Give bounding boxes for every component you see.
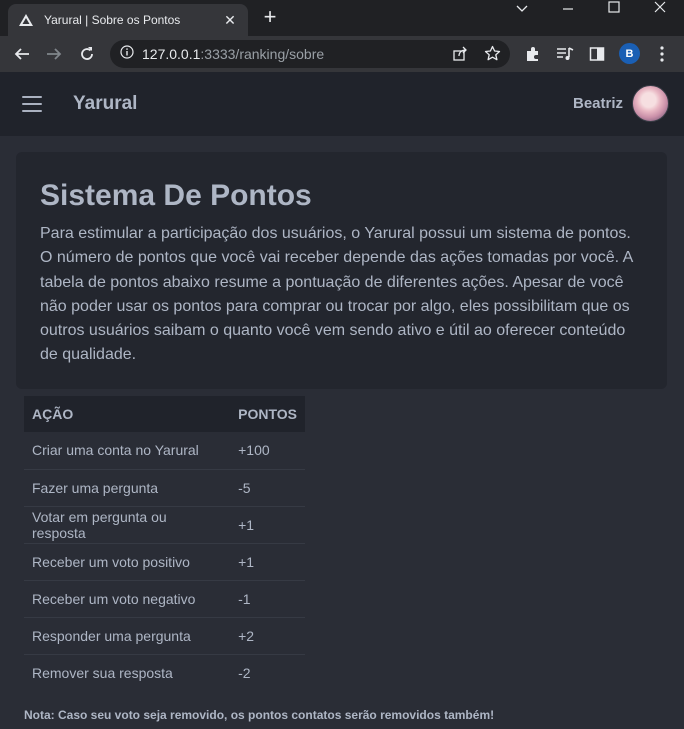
share-icon[interactable] <box>452 46 468 67</box>
column-header-action: AÇÃO <box>24 396 231 432</box>
footnote: Nota: Caso seu voto seja removido, os po… <box>24 708 495 722</box>
maximize-icon[interactable] <box>594 0 634 18</box>
back-icon[interactable] <box>10 42 34 66</box>
points-cell: +100 <box>238 442 270 459</box>
table-row: Remover sua resposta -2 <box>24 653 305 691</box>
browser-tab[interactable]: Yarural | Sobre os Pontos ✕ <box>8 4 248 36</box>
points-cell: +1 <box>230 542 305 580</box>
app-navbar: Yarural Beatriz <box>0 72 684 136</box>
page-description: Para estimular a participação dos usuári… <box>40 225 633 364</box>
action-cell: Criar uma conta no Yarural <box>32 442 199 459</box>
table-row: Fazer uma pergunta -5 <box>24 468 305 506</box>
action-cell: Remover sua resposta <box>24 653 231 691</box>
action-cell: Receber um voto negativo <box>24 579 231 617</box>
sidepanel-icon[interactable] <box>585 42 609 66</box>
brand-title[interactable]: Yarural <box>73 93 137 115</box>
chevron-down-icon[interactable] <box>502 0 542 18</box>
info-card: Sistema De Pontos Para estimular a parti… <box>16 152 667 389</box>
column-header-points: PONTOS <box>230 396 305 432</box>
url-host: 127.0.0.1 <box>142 46 201 62</box>
close-icon[interactable]: ✕ <box>222 12 238 29</box>
table-row: Receber um voto positivo +1 <box>24 542 305 580</box>
media-icon[interactable] <box>553 42 577 66</box>
browser-toolbar: 127.0.0.1:3333/ranking/sobre B <box>0 36 684 72</box>
extensions-icon[interactable] <box>521 42 545 66</box>
hamburger-icon[interactable] <box>22 96 42 112</box>
table-row: Criar uma conta no Yarural +100 <box>24 432 305 469</box>
menu-icon[interactable] <box>650 42 674 66</box>
tab-title: Yarural | Sobre os Pontos <box>44 13 181 27</box>
table-row: Responder uma pergunta +2 <box>24 616 305 654</box>
browser-titlebar: Yarural | Sobre os Pontos ✕ + <box>0 0 684 36</box>
action-cell: Fazer uma pergunta <box>24 468 231 506</box>
table-row: Votar em pergunta ou resposta +1 <box>24 505 305 543</box>
action-cell: Responder uma pergunta <box>24 616 231 654</box>
avatar[interactable] <box>632 85 669 122</box>
forward-icon[interactable] <box>42 42 66 66</box>
points-cell: +1 <box>230 505 305 543</box>
user-name[interactable]: Beatriz <box>573 95 623 112</box>
points-cell: -1 <box>230 579 305 617</box>
plus-icon[interactable]: + <box>260 6 280 28</box>
action-cell: Votar em pergunta ou resposta <box>24 505 231 543</box>
star-icon[interactable] <box>484 45 501 67</box>
window-close-icon[interactable] <box>640 0 680 18</box>
profile-avatar[interactable]: B <box>619 43 640 64</box>
address-bar[interactable]: 127.0.0.1:3333/ranking/sobre <box>110 40 510 68</box>
main-content: Sistema De Pontos Para estimular a parti… <box>0 136 684 729</box>
table-header-row: AÇÃO PONTOS <box>24 396 305 432</box>
info-icon[interactable] <box>120 44 134 64</box>
yarural-favicon-icon <box>18 12 34 28</box>
points-cell: +2 <box>230 616 305 654</box>
page-title: Sistema De Pontos <box>40 179 312 212</box>
minimize-icon[interactable] <box>548 0 588 18</box>
points-cell: -5 <box>230 468 305 506</box>
reload-icon[interactable] <box>75 42 99 66</box>
table-row: Receber um voto negativo -1 <box>24 579 305 617</box>
points-cell: -2 <box>230 653 305 691</box>
points-table: AÇÃO PONTOS Criar uma conta no Yarural +1… <box>24 396 305 691</box>
url-text: 127.0.0.1:3333/ranking/sobre <box>142 46 324 62</box>
url-path: :3333/ranking/sobre <box>200 46 325 62</box>
action-cell: Receber um voto positivo <box>24 542 231 580</box>
